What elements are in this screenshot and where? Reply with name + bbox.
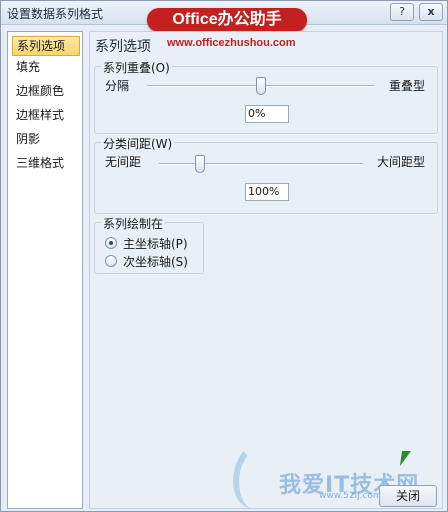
- primary-axis-label: 主坐标轴(P): [123, 237, 188, 251]
- format-data-series-dialog: 设置数据系列格式 ? x Office办公助手 系列选项 填充 边框颜色 边框样…: [0, 0, 448, 512]
- gap-right-label: 大间距型: [377, 155, 426, 169]
- content-panel: 系列选项 系列重叠(O) 分隔 重叠型 0% 分类间距(W) 无间距 大间距型 …: [89, 31, 443, 509]
- help-button[interactable]: ?: [390, 3, 414, 21]
- nav-item-3d-format[interactable]: 三维格式: [12, 154, 80, 174]
- gap-width-label: 分类间距(W): [101, 135, 175, 152]
- plot-series-on-group: 系列绘制在 主坐标轴(P) 次坐标轴(S): [94, 215, 204, 274]
- nav-item-border-style[interactable]: 边框样式: [12, 106, 80, 126]
- secondary-axis-label: 次坐标轴(S): [123, 255, 188, 269]
- overlap-slider-thumb[interactable]: [256, 77, 266, 95]
- window-title: 设置数据系列格式: [7, 7, 104, 21]
- gap-slider-thumb[interactable]: [194, 155, 205, 173]
- gap-value-input[interactable]: 100%: [245, 183, 289, 201]
- overlap-right-label: 重叠型: [389, 79, 426, 93]
- category-nav: 系列选项 填充 边框颜色 边框样式 阴影 三维格式: [7, 31, 83, 509]
- primary-axis-option[interactable]: 主坐标轴(P): [105, 235, 201, 251]
- section-title: 系列选项: [95, 39, 151, 55]
- nav-item-border-color[interactable]: 边框颜色: [12, 82, 80, 102]
- secondary-axis-radio[interactable]: [105, 255, 117, 267]
- nav-item-series-options[interactable]: 系列选项: [12, 36, 80, 56]
- close-button[interactable]: 关闭: [379, 485, 437, 507]
- nav-item-shadow[interactable]: 阴影: [12, 130, 80, 150]
- plot-series-on-label: 系列绘制在: [101, 215, 166, 232]
- primary-axis-radio[interactable]: [105, 237, 117, 249]
- gap-left-label: 无间距: [105, 155, 142, 169]
- secondary-axis-option[interactable]: 次坐标轴(S): [105, 253, 201, 269]
- gap-slider-track[interactable]: [159, 163, 363, 165]
- overlap-left-label: 分隔: [105, 79, 130, 93]
- brand-url-watermark: www.officezhushou.com: [167, 37, 296, 49]
- series-overlap-label: 系列重叠(O): [101, 59, 172, 76]
- gap-width-group: 分类间距(W) 无间距 大间距型 100%: [94, 135, 438, 214]
- brand-logo-badge: Office办公助手: [147, 8, 307, 32]
- nav-item-fill[interactable]: 填充: [12, 58, 80, 78]
- watermark-url: www.52ij.com: [319, 491, 382, 501]
- overlap-value-input[interactable]: 0%: [245, 105, 289, 123]
- series-overlap-group: 系列重叠(O) 分隔 重叠型 0%: [94, 59, 438, 134]
- close-window-button[interactable]: x: [419, 3, 443, 21]
